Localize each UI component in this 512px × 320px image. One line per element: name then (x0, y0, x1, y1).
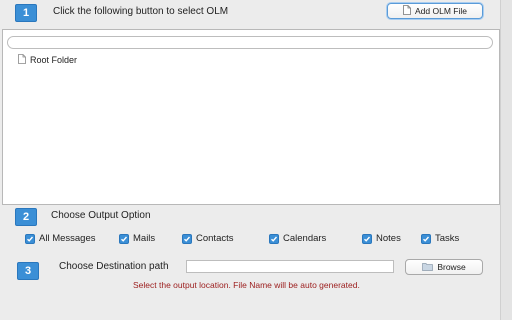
checkbox-checked-icon[interactable] (421, 233, 431, 244)
step-3-badge: 3 (17, 262, 39, 280)
step-1-badge: 1 (15, 4, 37, 22)
file-icon (18, 54, 26, 66)
option-mails[interactable]: Mails (119, 233, 155, 244)
step-1-label: Click the following button to select OLM (53, 6, 229, 17)
folder-icon (422, 262, 434, 273)
option-label: Mails (133, 233, 156, 244)
browse-button[interactable]: Browse (405, 259, 483, 275)
add-olm-file-label: Add OLM File (415, 6, 467, 16)
option-tasks[interactable]: Tasks (421, 233, 459, 244)
option-label: All Messages (39, 233, 96, 244)
checkbox-checked-icon[interactable] (182, 233, 192, 244)
file-icon (403, 5, 411, 17)
checkbox-checked-icon[interactable] (25, 233, 35, 244)
step-2-badge: 2 (15, 208, 37, 226)
destination-hint: Select the output location. File Name wi… (133, 280, 360, 290)
checkbox-checked-icon[interactable] (269, 233, 279, 244)
option-label: Contacts (196, 233, 234, 244)
option-contacts[interactable]: Contacts (182, 233, 234, 244)
folder-search-input[interactable] (7, 36, 493, 49)
checkbox-checked-icon[interactable] (119, 233, 129, 244)
option-notes[interactable]: Notes (362, 233, 401, 244)
browse-label: Browse (437, 262, 466, 272)
option-all-messages[interactable]: All Messages (25, 233, 96, 244)
option-label: Notes (376, 233, 401, 244)
destination-path-input[interactable] (186, 260, 394, 273)
tree-item-label: Root Folder (30, 55, 78, 65)
option-calendars[interactable]: Calendars (269, 233, 326, 244)
step-3-label: Choose Destination path (59, 261, 169, 272)
option-label: Tasks (435, 233, 460, 244)
option-label: Calendars (283, 233, 327, 244)
checkbox-checked-icon[interactable] (362, 233, 372, 244)
step-2-label: Choose Output Option (51, 210, 151, 221)
folder-tree-panel[interactable]: Root Folder (2, 29, 500, 205)
window-edge (500, 0, 512, 320)
add-olm-file-button[interactable]: Add OLM File (387, 3, 483, 19)
tree-item-root-folder[interactable]: Root Folder (18, 54, 77, 66)
